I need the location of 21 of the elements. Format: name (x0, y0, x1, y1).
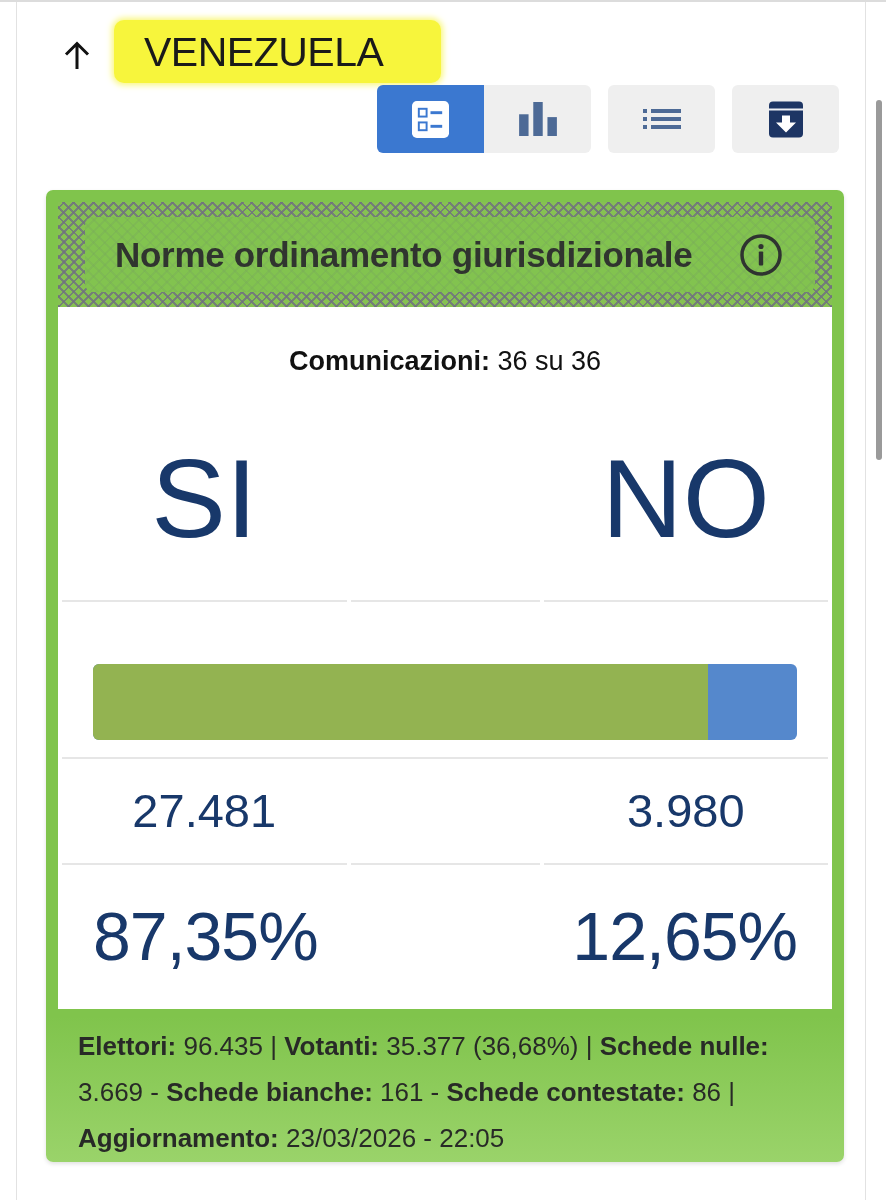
region-title: VENEZUELA (114, 20, 442, 83)
turnout-summary: Elettori: 96.435 | Votanti: 35.377 (36,68%) | Schede nulle: 3.669 - Schede bianche: 161 - Schede contestate: 86 | Aggiornamento: 23/03/2026 - 22:05 (78, 1030, 770, 1155)
vote-percentage: 12,65% (572, 896, 797, 976)
vote-percentage: 87,35% (93, 896, 318, 976)
option-label: SI (151, 439, 258, 559)
bar-chart-icon (517, 102, 558, 136)
list-view-tab[interactable] (608, 85, 715, 153)
vote-count: 3.980 (626, 784, 745, 838)
communications-count: Comunicazioni: 36 su 36 (288, 345, 602, 377)
info-icon[interactable] (740, 233, 782, 276)
checklist-view-tab[interactable] (377, 85, 484, 153)
scrollbar-thumb[interactable] (876, 100, 882, 460)
download-button[interactable] (732, 85, 839, 153)
download-box-icon (768, 100, 803, 138)
chart-view-tab[interactable] (484, 85, 591, 153)
list-icon (642, 109, 681, 129)
checklist-icon (412, 100, 449, 138)
option-label: NO (601, 439, 770, 559)
card-title: Norme ordinamento giurisdizionale (115, 234, 693, 275)
vote-count: 27.481 (132, 784, 277, 838)
up-arrow-icon[interactable] (62, 39, 92, 70)
